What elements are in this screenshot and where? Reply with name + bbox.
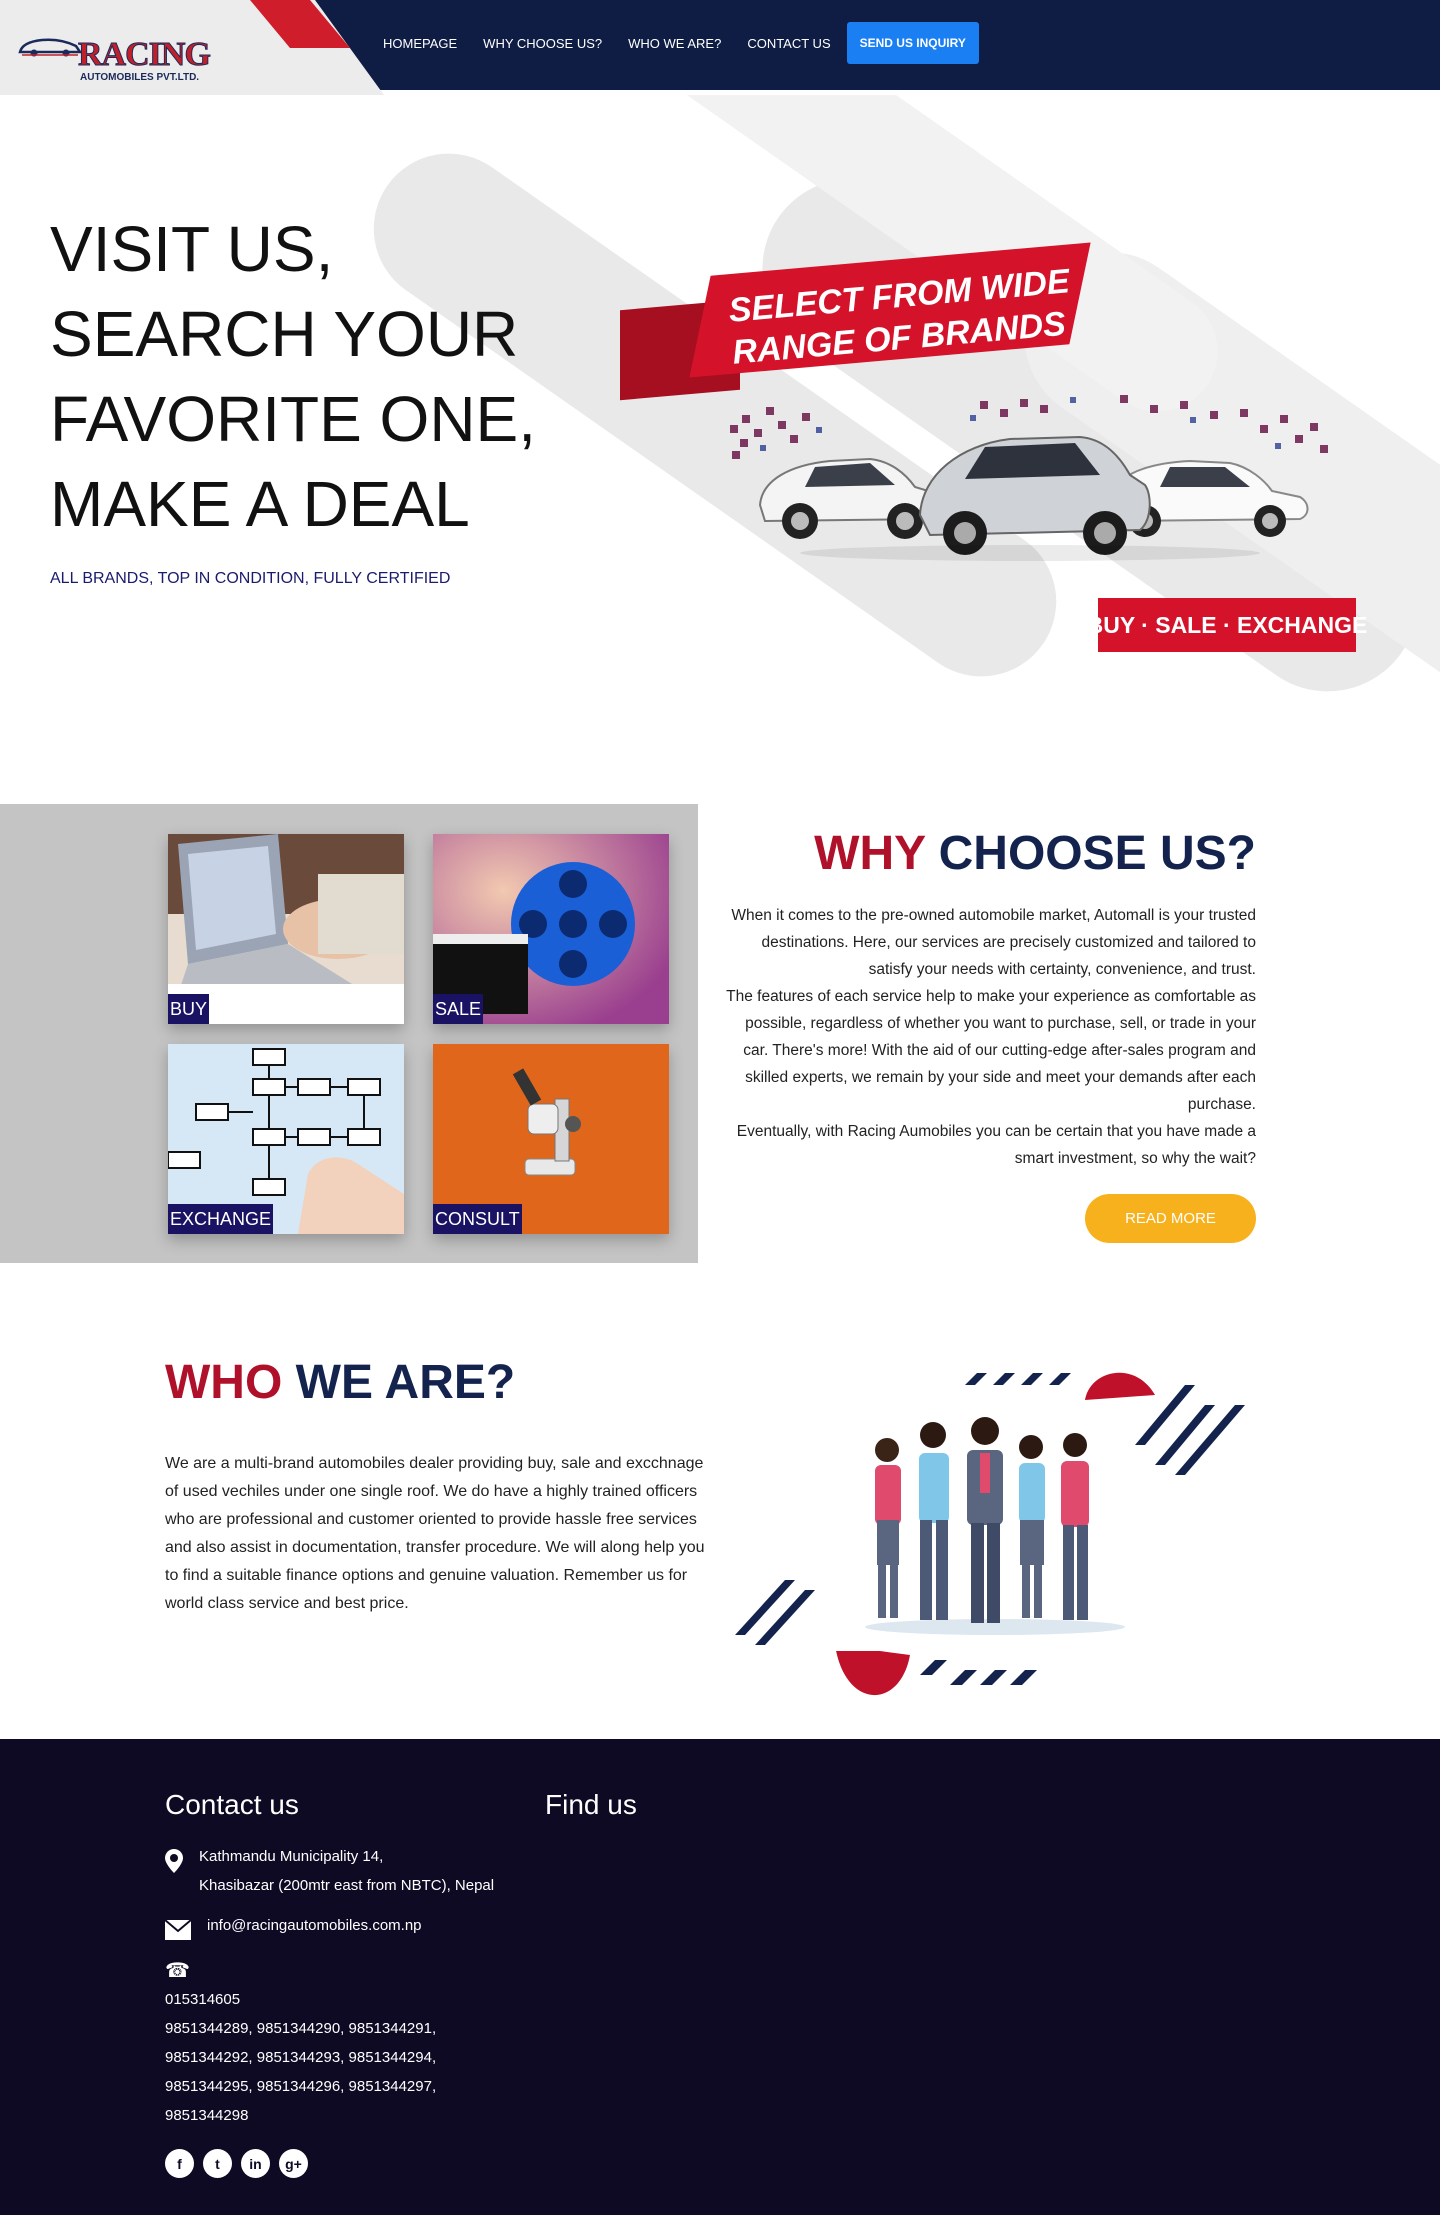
heading-red-part: WHY	[814, 827, 926, 880]
location-pin-icon	[165, 1849, 183, 1873]
why-paragraph: Eventually, with Racing Aumobiles you ca…	[736, 1123, 1256, 1167]
service-tile-buy[interactable]: BUY	[168, 834, 404, 1024]
tile-label: EXCHANGE	[168, 1204, 274, 1234]
phone-line: 015314605	[165, 1991, 241, 2008]
nav-homepage[interactable]: HOMEPAGE	[383, 36, 457, 51]
main-nav: HOMEPAGE WHY CHOOSE US? WHO WE ARE? CONT…	[383, 22, 979, 64]
contact-heading: Contact us	[165, 1789, 299, 1820]
service-tile-exchange[interactable]: EXCHANGE	[168, 1044, 404, 1234]
tile-label: BUY	[168, 994, 210, 1024]
address-line: Khasibazar (200mtr east from NBTC), Nepa…	[199, 1877, 495, 1894]
hero-headline: VISIT US, SEARCH YOUR FAVORITE ONE, MAKE…	[50, 207, 536, 547]
heading-red-part: WHO	[165, 1356, 283, 1409]
buy-sale-exchange-badge: BUY · SALE · EXCHANGE	[1087, 598, 1367, 652]
logo-subtext: AUTOMOBILES PVT.LTD.	[80, 72, 200, 83]
tile-label: CONSULT	[433, 1204, 522, 1234]
phone-line: 9851344292, 9851344293, 9851344294,	[165, 2049, 437, 2066]
brands-banner: SELECT FROM WIDE RANGE OF BRANDS BUY · S…	[620, 165, 1367, 665]
logo-text: RACING	[78, 36, 212, 73]
social-links: f t in g+	[165, 2149, 308, 2178]
twitter-icon[interactable]: t	[203, 2149, 232, 2178]
phone-line: 9851344289, 9851344290, 9851344291,	[165, 2020, 437, 2037]
tile-label: SALE	[433, 994, 484, 1024]
cars-illustration	[730, 395, 1328, 561]
why-paragraph: When it comes to the pre-owned automobil…	[731, 907, 1256, 978]
send-inquiry-button[interactable]: SEND US INQUIRY	[846, 22, 979, 64]
hero-subtitle: ALL BRANDS, TOP IN CONDITION, FULLY CERT…	[50, 570, 451, 587]
phone-numbers: 015314605 9851344289, 9851344290, 985134…	[165, 1985, 436, 2130]
address-text: Kathmandu Municipality 14, Khasibazar (2…	[199, 1842, 494, 1900]
why-choose-us-heading: WHY CHOOSE US?	[700, 826, 1256, 881]
read-more-button[interactable]: READ MORE	[1085, 1194, 1256, 1243]
hero-line: MAKE A DEAL	[50, 468, 470, 540]
hero-section: VISIT US, SEARCH YOUR FAVORITE ONE, MAKE…	[0, 95, 1440, 695]
facebook-icon[interactable]: f	[165, 2149, 194, 2178]
phone-line: 9851344298	[165, 2107, 249, 2124]
service-tile-consult[interactable]: CONSULT	[433, 1044, 669, 1234]
site-footer: Contact us Find us Kathmandu Municipalit…	[0, 1739, 1440, 2215]
hero-line: VISIT US,	[50, 213, 334, 285]
linkedin-icon[interactable]: in	[241, 2149, 270, 2178]
heading-navy-part: WE ARE?	[295, 1356, 516, 1409]
envelope-icon	[165, 1920, 191, 1940]
hero-line: SEARCH YOUR	[50, 298, 519, 370]
phone-line: 9851344295, 9851344296, 9851344297,	[165, 2078, 437, 2095]
why-choose-us-text: When it comes to the pre-owned automobil…	[720, 902, 1256, 1172]
service-tile-sale[interactable]: SALE	[433, 834, 669, 1024]
team-illustration	[735, 1372, 1245, 1696]
nav-who-we-are[interactable]: WHO WE ARE?	[628, 36, 721, 51]
who-we-are-text: We are a multi-brand automobiles dealer …	[165, 1455, 705, 1612]
telephone-icon: ☎	[165, 1960, 190, 1982]
find-us-heading: Find us	[545, 1789, 637, 1820]
hero-line: FAVORITE ONE,	[50, 383, 536, 455]
nav-contact-us[interactable]: CONTACT US	[747, 36, 830, 51]
email-link[interactable]: info@racingautomobiles.com.np	[207, 1911, 422, 1940]
why-paragraph: The features of each service help to mak…	[726, 988, 1256, 1113]
services-grid: BUY SALE EXCHANGE CONSULT	[0, 804, 698, 1263]
who-we-are-heading: WHO WE ARE?	[165, 1355, 515, 1410]
google-plus-icon[interactable]: g+	[279, 2149, 308, 2178]
address-line: Kathmandu Municipality 14,	[199, 1848, 384, 1865]
heading-navy-part: CHOOSE US?	[938, 827, 1256, 880]
nav-why-choose-us[interactable]: WHY CHOOSE US?	[483, 36, 602, 51]
car-logo-icon	[18, 38, 82, 57]
